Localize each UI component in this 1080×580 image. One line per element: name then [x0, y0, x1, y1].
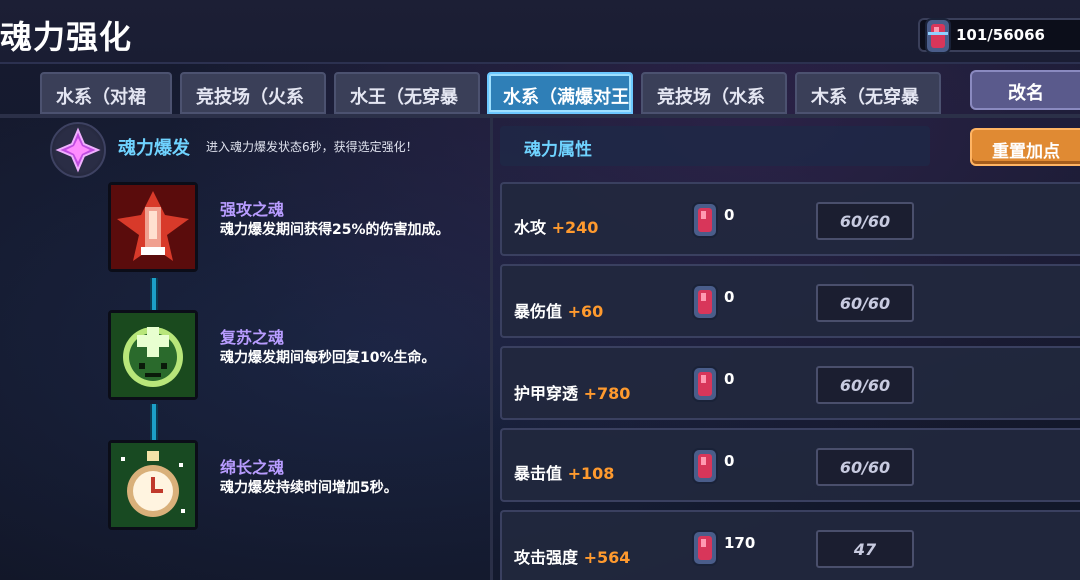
- soul-gem-icon: [692, 366, 718, 402]
- soul-gem-icon: [692, 202, 718, 238]
- tab-preset-2[interactable]: 竞技场（火系: [180, 72, 326, 114]
- revival-soul-icon: [108, 310, 198, 400]
- attribute-row-crit-damage[interactable]: 暴伤值 +60 0 60/60: [500, 264, 1080, 338]
- attribute-points: 0: [724, 452, 735, 470]
- tab-preset-3[interactable]: 水王（无穿暴: [334, 72, 480, 114]
- attribute-bonus: +108: [567, 464, 615, 483]
- lasting-soul-icon: [108, 440, 198, 530]
- skill-header: 魂力爆发 进入魂力爆发状态6秒，获得选定强化！: [46, 120, 486, 178]
- skill-description: 进入魂力爆发状态6秒，获得选定强化！: [206, 140, 418, 154]
- tab-preset-4[interactable]: 水系（满爆对王: [487, 72, 633, 114]
- attribute-progress: 60/60: [816, 284, 914, 322]
- attribute-bonus: +240: [551, 218, 599, 237]
- tab-preset-6[interactable]: 木系（无穿暴: [795, 72, 941, 114]
- attribute-bonus: +564: [583, 548, 631, 567]
- soul-item-strong-attack[interactable]: 强攻之魂 魂力爆发期间获得25%的伤害加成。: [108, 182, 488, 282]
- soul-name: 复苏之魂: [220, 328, 285, 347]
- skill-name: 魂力爆发: [118, 138, 190, 159]
- soul-currency-display: 101/56066: [918, 18, 1080, 54]
- attribute-label: 暴伤值 +60: [514, 302, 604, 321]
- attribute-progress: 60/60: [816, 366, 914, 404]
- attribute-points: 0: [724, 370, 735, 388]
- soul-currency-value: 101/56066: [956, 26, 1045, 44]
- soul-connector: [150, 404, 158, 440]
- attribute-label: 水攻 +240: [514, 218, 599, 237]
- reset-points-button[interactable]: 重置加点: [970, 128, 1080, 166]
- panel-divider: [490, 118, 493, 580]
- attribute-row-water-attack[interactable]: 水攻 +240 0 60/60: [500, 182, 1080, 256]
- page-title: 魂力强化: [0, 18, 133, 56]
- preset-tabs: 水系（对裙 竞技场（火系 水王（无穿暴 水系（满爆对王 竞技场（水系 木系（无穿…: [0, 70, 960, 114]
- attribute-points: 0: [724, 288, 735, 306]
- soul-gem-icon: [692, 284, 718, 320]
- attribute-bonus: +780: [583, 384, 631, 403]
- tab-preset-1[interactable]: 水系（对裙: [40, 72, 172, 114]
- attribute-row-armor-penetration[interactable]: 护甲穿透 +780 0 60/60: [500, 346, 1080, 420]
- soul-name: 强攻之魂: [220, 200, 285, 219]
- attribute-label: 护甲穿透 +780: [514, 384, 631, 403]
- soul-description: 魂力爆发期间获得25%的伤害加成。: [220, 222, 450, 238]
- soul-description: 魂力爆发期间每秒回复10%生命。: [220, 350, 436, 366]
- top-bar: 魂力强化 101/56066: [0, 0, 1080, 64]
- attribute-row-attack-power[interactable]: 攻击强度 +564 170 47: [500, 510, 1080, 580]
- attribute-progress: 60/60: [816, 448, 914, 486]
- soul-item-revival[interactable]: 复苏之魂 魂力爆发期间每秒回复10%生命。: [108, 310, 488, 410]
- soul-name: 绵长之魂: [220, 458, 285, 477]
- soul-burst-icon: [50, 122, 106, 178]
- attribute-progress: 60/60: [816, 202, 914, 240]
- rename-button[interactable]: 改名: [970, 70, 1080, 110]
- attributes-title: 魂力属性: [524, 140, 592, 160]
- tab-preset-5[interactable]: 竞技场（水系: [641, 72, 787, 114]
- attributes-header: 魂力属性: [500, 126, 930, 166]
- attribute-label: 暴击值 +108: [514, 464, 615, 483]
- strong-attack-soul-icon: [108, 182, 198, 272]
- soul-gem-icon: [925, 18, 951, 54]
- soul-gem-icon: [692, 530, 718, 566]
- attribute-points: 170: [724, 534, 756, 552]
- soul-item-lasting[interactable]: 绵长之魂 魂力爆发持续时间增加5秒。: [108, 440, 488, 540]
- attribute-bonus: +60: [567, 302, 604, 321]
- crystal-icon: [55, 127, 101, 173]
- soul-gem-icon: [692, 448, 718, 484]
- attribute-points: 0: [724, 206, 735, 224]
- attribute-row-crit-rate[interactable]: 暴击值 +108 0 60/60: [500, 428, 1080, 502]
- tab-underline: [0, 114, 1080, 118]
- attribute-label: 攻击强度 +564: [514, 548, 631, 567]
- soul-connector: [150, 278, 158, 314]
- soul-description: 魂力爆发持续时间增加5秒。: [220, 480, 398, 496]
- attribute-progress: 47: [816, 530, 914, 568]
